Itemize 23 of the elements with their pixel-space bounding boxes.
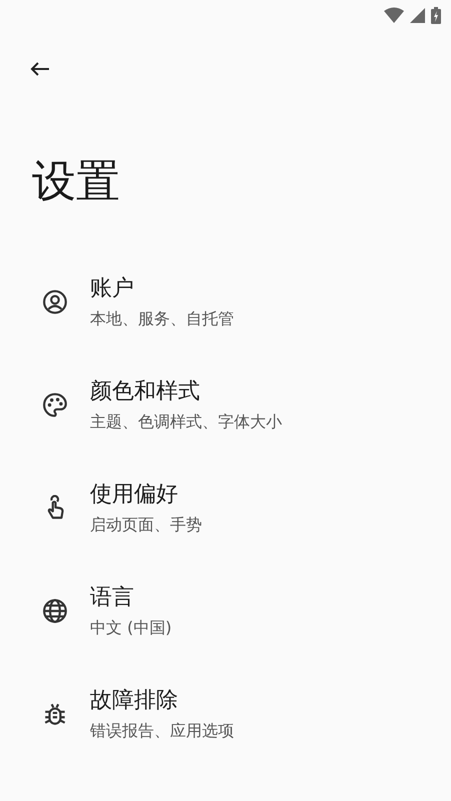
palette-icon	[42, 392, 68, 418]
item-title: 故障排除	[90, 687, 179, 716]
item-subtitle: 主题、色调样式、字体大小	[90, 412, 282, 434]
item-title: 使用偏好	[90, 481, 179, 510]
item-title: 语言	[90, 584, 135, 612]
item-title: 颜色和样式	[90, 378, 201, 406]
item-subtitle: 中文 (中国)	[90, 618, 172, 640]
settings-item[interactable]: 账户 本地、服务、自托管	[0, 250, 451, 354]
wifi-icon	[384, 7, 404, 23]
settings-item[interactable]: 故障排除 错误报告、应用选项	[0, 662, 451, 766]
account-icon	[42, 288, 68, 315]
globe-icon	[42, 598, 68, 624]
item-title: 账户	[90, 275, 135, 304]
battery-icon	[431, 6, 441, 24]
settings-item[interactable]: 语言 中文 (中国)	[0, 559, 451, 662]
item-subtitle: 启动页面、手势	[90, 515, 202, 536]
item-subtitle: 错误报告、应用选项	[90, 721, 234, 742]
signal-icon	[410, 8, 425, 22]
settings-item[interactable]: 颜色和样式 主题、色调样式、字体大小	[0, 353, 451, 456]
back-arrow-icon	[30, 62, 50, 76]
settings-item[interactable]: 使用偏好 启动页面、手势	[0, 456, 451, 560]
page-title: 设置	[32, 158, 121, 206]
item-subtitle: 本地、服务、自托管	[90, 309, 234, 330]
